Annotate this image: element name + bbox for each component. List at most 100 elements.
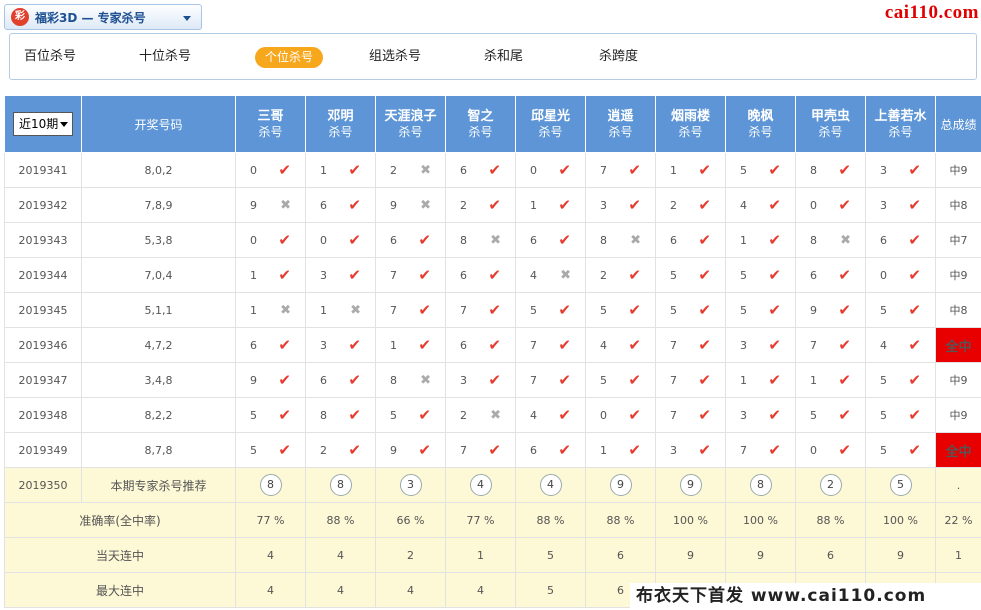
summary-cell: 4: [235, 537, 306, 573]
period-select[interactable]: 近10期: [13, 112, 73, 136]
kill-result: 7 ✔: [516, 372, 585, 388]
expert-name[interactable]: 晚枫: [726, 109, 795, 124]
check-icon: ✔: [628, 160, 641, 179]
expert-name[interactable]: 烟雨楼: [656, 109, 725, 124]
expert-kill-table: 近10期 开奖号码 三哥 杀号 邓明 杀号 天涯浪子 杀号 智之 杀号 邱星光 杀号 逍遥 杀号 烟雨楼…: [4, 95, 981, 608]
kill-result: 8 ✖: [376, 374, 445, 387]
expert-header: 邓明 杀号: [305, 95, 376, 153]
draw-header-label: 开奖号码: [134, 117, 183, 132]
check-icon: ✔: [628, 265, 641, 284]
kill-result: 6 ✔: [446, 265, 515, 284]
check-icon: ✔: [488, 265, 501, 284]
kill-number: 6: [460, 163, 467, 177]
kill-result: 9 ✔: [376, 442, 445, 458]
kill-number: 7: [530, 338, 537, 352]
check-icon: ✔: [348, 195, 361, 214]
summary-cell: 5: [515, 572, 586, 608]
kill-cell: 3 ✔: [865, 187, 936, 223]
check-icon: ✔: [348, 405, 361, 424]
lottery-type-select[interactable]: 彩 福彩3D — 专家杀号: [4, 4, 202, 30]
kill-cell: 2 ✔: [585, 257, 656, 293]
lottery-logo-icon: 彩: [11, 8, 29, 26]
kill-result: 1 ✔: [516, 197, 585, 213]
kill-result: 6 ✔: [656, 232, 725, 248]
expert-name[interactable]: 上善若水: [866, 109, 935, 124]
kill-result: 5 ✔: [866, 302, 935, 318]
kill-number: 8: [810, 163, 817, 177]
tab-group-kill[interactable]: 组选杀号: [369, 46, 421, 68]
kill-result: 4 ✖: [516, 269, 585, 282]
draw-number-cell: 3,4,8: [81, 362, 236, 398]
kill-result: 6 ✔: [236, 337, 305, 353]
expert-name[interactable]: 三哥: [236, 109, 305, 124]
summary-cell: 100 %: [725, 502, 796, 538]
kill-result: 4 ✔: [866, 337, 935, 353]
check-icon: ✔: [628, 335, 641, 354]
check-icon: ✔: [348, 160, 361, 179]
draw-number-cell: 4,7,2: [81, 327, 236, 363]
expert-header: 智之 杀号: [445, 95, 516, 153]
expert-header: 甲壳虫 杀号: [795, 95, 866, 153]
summary-total: 22 %: [935, 502, 981, 538]
kill-cell: 6 ✔: [515, 432, 586, 468]
check-icon: ✔: [558, 440, 571, 459]
kill-cell: 3 ✔: [655, 432, 726, 468]
total-score: 全中: [935, 327, 981, 363]
expert-name[interactable]: 邱星光: [516, 109, 585, 124]
site-brand[interactable]: cai110.com: [885, 2, 979, 24]
kill-result: 1 ✔: [726, 232, 795, 248]
kill-cell: 5 ✔: [375, 397, 446, 433]
recommend-cell: 8: [725, 467, 796, 503]
kill-number: 8: [390, 373, 397, 387]
tab-hundreds-kill[interactable]: 百位杀号: [24, 46, 76, 68]
draw-number-cell: 7,0,4: [81, 257, 236, 293]
kill-cell: 1 ✔: [655, 152, 726, 188]
kill-number: 5: [670, 268, 677, 282]
kill-result: 9 ✖: [376, 199, 445, 212]
expert-name[interactable]: 邓明: [306, 109, 375, 124]
tab-span-kill[interactable]: 杀跨度: [599, 46, 638, 68]
tab-sum-tail-kill[interactable]: 杀和尾: [484, 46, 523, 68]
kill-cell: 7 ✔: [445, 432, 516, 468]
table-row: 2019349 8,7,8 5 ✔ 2 ✔ 9 ✔ 7 ✔ 6 ✔ 1 ✔ 3 ✔ 7 ✔ 0 ✔ 5 ✔ 全中: [4, 432, 981, 468]
expert-header: 晚枫 杀号: [725, 95, 796, 153]
kill-result: 6 ✔: [866, 232, 935, 248]
check-icon: ✔: [768, 300, 781, 319]
tab-units-kill[interactable]: 个位杀号: [255, 47, 324, 68]
check-icon: ✔: [838, 335, 851, 354]
kill-number: 9: [810, 303, 817, 317]
kill-cell: 0 ✔: [865, 257, 936, 293]
expert-name[interactable]: 逍遥: [586, 109, 655, 124]
recommend-cell: 3: [375, 467, 446, 503]
accuracy-row-label: 准确率(全中率): [4, 502, 236, 538]
expert-name[interactable]: 天涯浪子: [376, 109, 445, 124]
kill-cell: 2 ✔: [655, 187, 726, 223]
check-icon: ✔: [488, 370, 501, 389]
kill-number: 5: [880, 373, 887, 387]
expert-sub-label: 杀号: [468, 124, 493, 139]
recommend-number: 8: [749, 474, 772, 496]
kill-cell: 6 ✔: [515, 222, 586, 258]
expert-name[interactable]: 甲壳虫: [796, 109, 865, 124]
summary-cell: 4: [235, 572, 306, 608]
check-icon: ✔: [908, 370, 921, 389]
recommend-number: 8: [329, 474, 352, 496]
kill-result: 2 ✔: [446, 197, 515, 213]
kill-cell: 5 ✔: [235, 397, 306, 433]
kill-result: 2 ✖: [376, 164, 445, 177]
expert-sub-label: 杀号: [538, 124, 563, 139]
expert-sub-label: 杀号: [258, 124, 283, 139]
period-cell: 2019345: [4, 292, 82, 328]
period-cell: 2019344: [4, 257, 82, 293]
summary-cell: 6: [795, 537, 866, 573]
kill-number: 8: [460, 233, 467, 247]
kill-cell: 5 ✔: [865, 397, 936, 433]
kill-cell: 3 ✔: [305, 327, 376, 363]
kill-number: 7: [670, 338, 677, 352]
kill-cell: 3 ✔: [725, 397, 796, 433]
kill-cell: 7 ✔: [585, 152, 656, 188]
kill-number: 0: [880, 268, 887, 282]
tab-tens-kill[interactable]: 十位杀号: [139, 46, 191, 68]
expert-name[interactable]: 智之: [446, 109, 515, 124]
recommend-label: 本期专家杀号推荐: [81, 467, 236, 503]
